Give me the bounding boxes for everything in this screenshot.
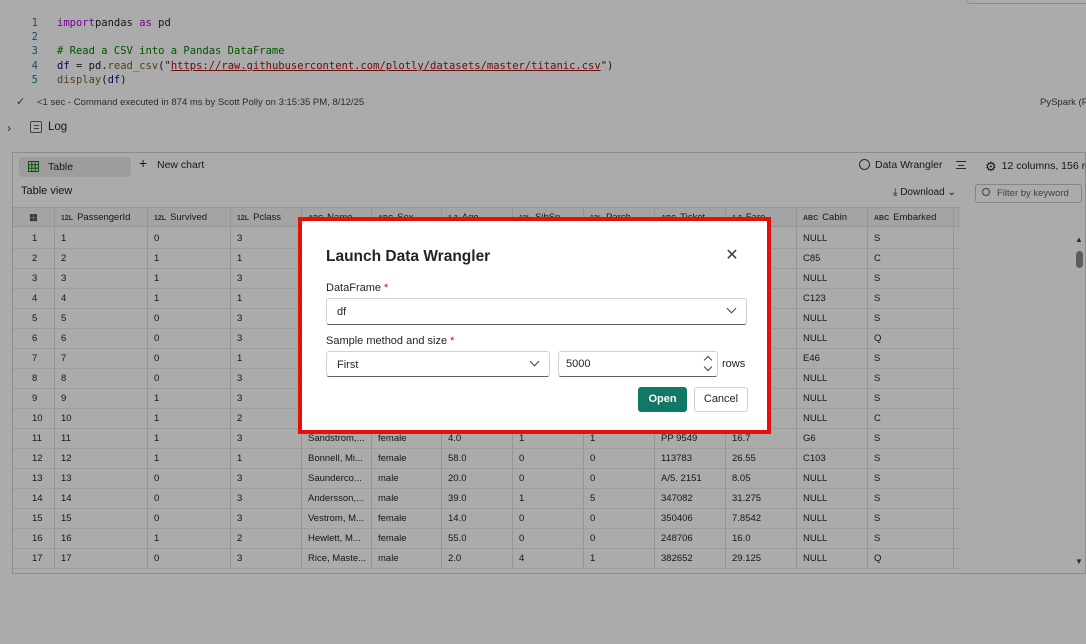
dataframe-select[interactable]: df [326, 298, 747, 325]
launch-data-wrangler-dialog: Launch Data Wrangler ✕ DataFrame * df Sam… [305, 224, 764, 427]
cancel-button[interactable]: Cancel [694, 387, 748, 412]
dialog-highlight-frame: Launch Data Wrangler ✕ DataFrame * df Sam… [298, 217, 771, 434]
chevron-down-icon [529, 356, 540, 367]
sample-method-select[interactable]: First [326, 351, 550, 377]
sample-method-value: First [337, 359, 359, 371]
sample-size-value: 5000 [566, 358, 591, 370]
dataframe-label: DataFrame * [326, 282, 388, 294]
required-mark: * [450, 335, 455, 347]
chevron-down-icon [726, 303, 737, 314]
sample-method-label-text: Sample method and size [326, 335, 448, 347]
required-mark: * [384, 282, 389, 294]
close-icon[interactable]: ✕ [724, 248, 740, 265]
spin-down-icon[interactable] [703, 362, 713, 372]
sample-method-label: Sample method and size * [326, 335, 454, 347]
dataframe-select-value: df [337, 306, 347, 318]
open-button[interactable]: Open [638, 387, 687, 412]
rows-label: rows [722, 358, 746, 370]
sample-size-input[interactable]: 5000 [558, 351, 718, 377]
dataframe-label-text: DataFrame [326, 282, 382, 294]
dialog-title: Launch Data Wrangler [326, 248, 491, 265]
